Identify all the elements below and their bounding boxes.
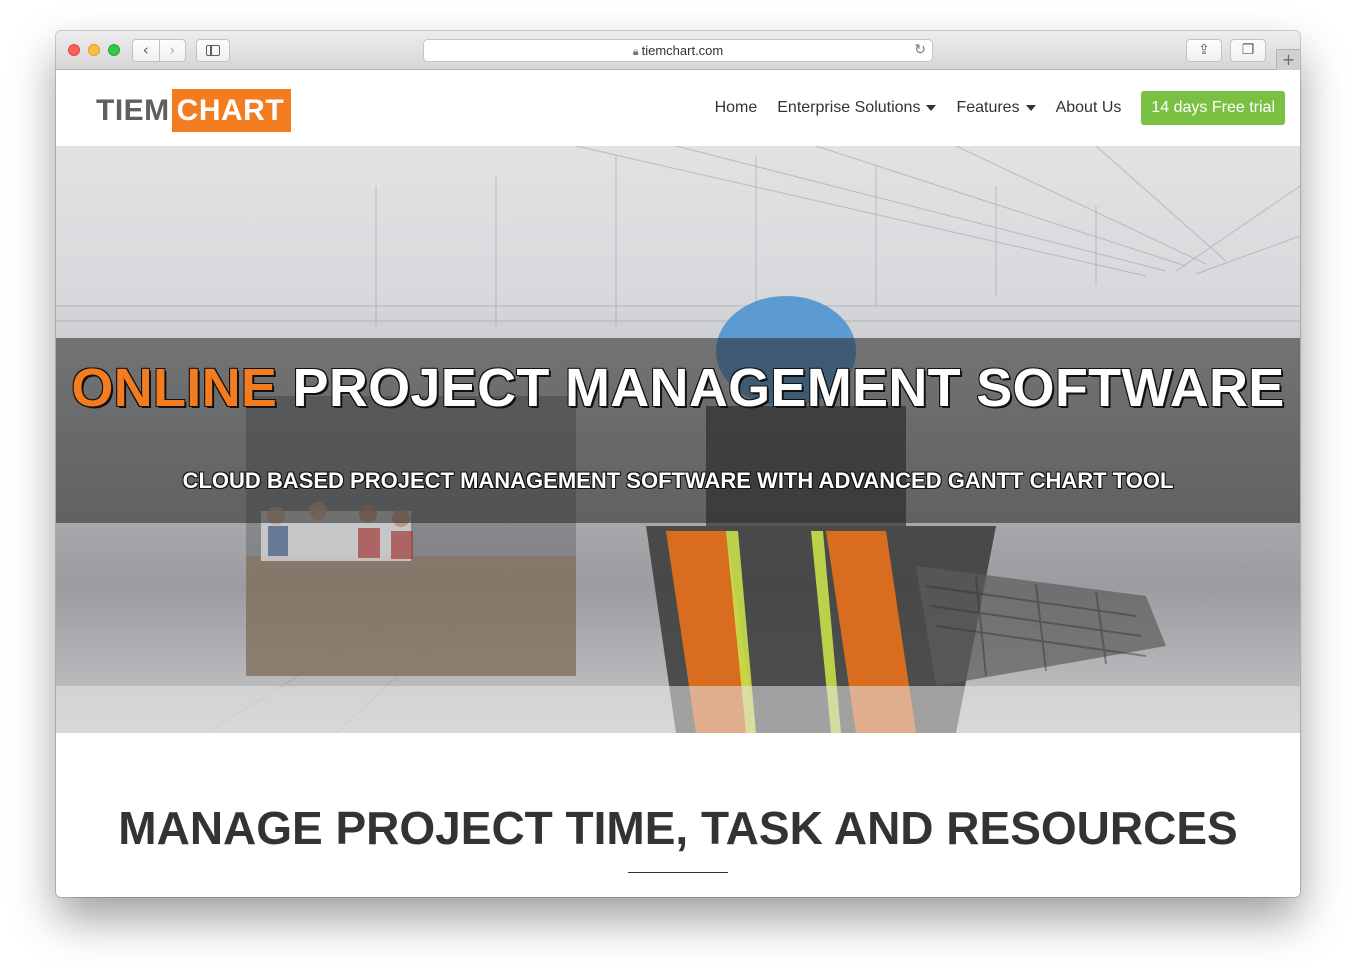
tabs-overview-icon: ❐ <box>1241 42 1255 58</box>
caret-down-icon <box>926 105 937 111</box>
browser-window: ‹ › 🔒︎ tiemchart.com ↻ ⇪ ❐ + TIEM CHART H… <box>56 31 1300 897</box>
nav-enterprise-label: Enterprise Solutions <box>777 99 921 116</box>
zoom-window-button[interactable] <box>108 44 120 56</box>
plus-icon: + <box>1281 50 1296 69</box>
sidebar-toggle-button[interactable] <box>196 39 230 62</box>
chevron-right-icon[interactable]: › <box>160 40 186 61</box>
site-logo[interactable]: TIEM CHART <box>96 89 292 132</box>
browser-toolbar: ‹ › 🔒︎ tiemchart.com ↻ ⇪ ❐ + <box>56 31 1300 70</box>
caret-down-icon <box>1025 105 1036 111</box>
main-nav: Home Enterprise Solutions Features About… <box>695 91 1285 125</box>
nav-about-us[interactable]: About Us <box>1056 99 1122 117</box>
hero-banner: ONLINE PROJECT MANAGEMENT SOFTWARE CLOUD… <box>56 146 1300 733</box>
hero-subtitle: CLOUD BASED PROJECT MANAGEMENT SOFTWARE … <box>182 468 1174 493</box>
section-title: MANAGE PROJECT TIME, TASK AND RESOURCES <box>118 802 1238 854</box>
url-text: tiemchart.com <box>641 43 724 58</box>
nav-features[interactable]: Features <box>956 99 1036 117</box>
share-icon: ⇪ <box>1198 42 1210 58</box>
nav-enterprise-solutions[interactable]: Enterprise Solutions <box>777 99 937 117</box>
reload-icon[interactable]: ↻ <box>914 40 926 61</box>
tabs-overview-button[interactable]: ❐ <box>1230 39 1266 62</box>
nav-home[interactable]: Home <box>715 99 758 117</box>
logo-text-tiem: TIEM <box>96 93 170 127</box>
share-button[interactable]: ⇪ <box>1186 39 1222 62</box>
sidebar-icon <box>206 45 220 56</box>
hero-title-main: PROJECT MANAGEMENT SOFTWARE <box>292 358 1285 418</box>
nav-features-label: Features <box>956 99 1020 116</box>
site-header: TIEM CHART Home Enterprise Solutions Fea… <box>56 70 1300 146</box>
section-divider <box>628 872 728 873</box>
hero-title-accent: ONLINE <box>71 358 278 418</box>
hero-title: ONLINE PROJECT MANAGEMENT SOFTWARE <box>56 357 1300 419</box>
free-trial-button[interactable]: 14 days Free trial <box>1141 91 1285 125</box>
new-tab-button[interactable]: + <box>1276 49 1300 70</box>
history-nav-group: ‹ › <box>132 39 186 62</box>
address-bar[interactable]: 🔒︎ tiemchart.com ↻ <box>423 39 933 62</box>
logo-text-chart: CHART <box>171 89 292 132</box>
chevron-left-icon[interactable]: ‹ <box>133 40 160 61</box>
minimize-window-button[interactable] <box>88 44 100 56</box>
lock-icon: 🔒︎ <box>632 45 639 58</box>
close-window-button[interactable] <box>68 44 80 56</box>
